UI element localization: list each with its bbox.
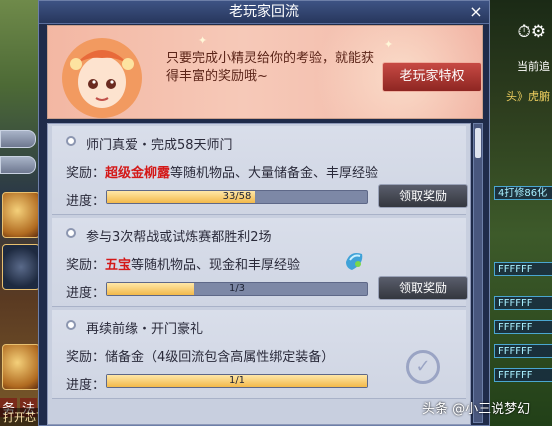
task-item: 参与3次帮战或试炼赛都胜利2场 奖励：五宝等随机物品、现金和丰厚经验 进度： 1… (52, 218, 468, 307)
game-scene-right: ⏱⚙ 当前追 头》虎腑 4打修86化 FFFFFF FFFFFF FFFFFF … (486, 0, 552, 426)
scroll-item-icon[interactable] (2, 344, 40, 390)
side-panel-tab[interactable] (0, 156, 36, 174)
scrollbar-thumb[interactable] (475, 128, 481, 158)
task-bullet-icon (66, 136, 76, 146)
progress-label: 进度： (66, 378, 106, 393)
player-name-tag: FFFFFF (494, 296, 552, 310)
progress-text: 1/1 (228, 375, 246, 386)
completed-check-icon: ✓ (406, 350, 440, 384)
timer-settings-icons[interactable]: ⏱⚙ (517, 22, 546, 42)
progress-label: 进度： (66, 194, 106, 209)
watermark: 头条 @小三说梦幻 (422, 402, 531, 417)
task-reward: 奖励：超级金柳露等随机物品、大量储备金、丰厚经验 (66, 162, 378, 181)
task-list-scrollbar[interactable] (473, 123, 483, 423)
task-reward: 奖励：储备金（4级回流包含高属性绑定装备） (66, 346, 334, 365)
task-reward: 奖励：五宝等随机物品、现金和丰厚经验 (66, 254, 300, 273)
task-list[interactable]: 师门真爱・完成58天师门 奖励：超级金柳露等随机物品、大量储备金、丰厚经验 进度… (47, 123, 471, 425)
player-name-tag: FFFFFF (494, 262, 552, 276)
reward-rest: 储备金（4级回流包含高属性绑定装备） (105, 350, 335, 365)
reward-prefix: 奖励： (66, 258, 106, 273)
task-bullet-icon (66, 228, 76, 238)
close-button[interactable]: × (467, 3, 485, 21)
butterfly-icon: ✦ (384, 38, 394, 51)
returning-player-window: 老玩家回流 × ✦ ✦ 只要完成小精灵给你的考验，就能获得丰富的奖励哦~ 老玩家… (38, 0, 490, 426)
scroll-item-icon[interactable] (2, 192, 40, 238)
claim-reward-button[interactable]: 领取奖励 (378, 184, 468, 208)
side-panel-tab[interactable] (0, 130, 36, 148)
reward-highlight: 五宝 (105, 258, 132, 273)
banner-message: 只要完成小精灵给你的考验，就能获得丰富的奖励哦~ (166, 51, 375, 84)
quest-tracker-title: 当前追 (517, 60, 550, 73)
reward-prefix: 奖励： (66, 350, 106, 365)
welcome-banner: ✦ ✦ 只要完成小精灵给你的考验，就能获得丰富的奖励哦~ 老玩家特权 (47, 25, 483, 119)
player-name-tag: FFFFFF (494, 344, 552, 358)
player-name-tag: FFFFFF (494, 368, 552, 382)
task-title: 参与3次帮战或试炼赛都胜利2场 (86, 230, 272, 245)
player-name-tag: FFFFFF (494, 320, 552, 334)
task-title: 师门真爱・完成58天师门 (86, 138, 233, 153)
progress-label: 进度： (66, 286, 106, 301)
progress-bar: 1/3 (106, 282, 368, 296)
window-titlebar[interactable]: 老玩家回流 × (39, 1, 489, 24)
progress-text: 33/58 (222, 191, 252, 202)
reward-prefix: 奖励： (66, 166, 106, 181)
butterfly-icon: ✦ (198, 34, 208, 47)
progress-bar: 1/1 (106, 374, 368, 388)
task-item: 师门真爱・完成58天师门 奖励：超级金柳露等随机物品、大量储备金、丰厚经验 进度… (52, 126, 468, 215)
task-bullet-icon (66, 320, 76, 330)
quest-tracker-text: 头》虎腑 (506, 90, 550, 103)
fairy-portrait-icon (62, 38, 142, 118)
reward-highlight: 超级金柳露 (105, 166, 171, 181)
task-item: 再续前缘・开门豪礼 奖励：储备金（4级回流包含高属性绑定装备） ✓ 进度： 1/… (52, 310, 466, 399)
player-name-tag: 4打修86化 (494, 186, 552, 200)
weapon-item-icon[interactable] (2, 244, 40, 290)
progress-bar: 33/58 (106, 190, 368, 204)
reward-rest: 等随机物品、现金和丰厚经验 (131, 258, 301, 273)
progress-text: 1/3 (228, 283, 246, 294)
gem-item-icon[interactable] (342, 248, 366, 272)
reward-rest: 等随机物品、大量储备金、丰厚经验 (170, 166, 379, 181)
veteran-privilege-button[interactable]: 老玩家特权 (382, 62, 482, 92)
task-title: 再续前缘・开门豪礼 (86, 322, 204, 337)
claim-reward-button[interactable]: 领取奖励 (378, 276, 468, 300)
window-title: 老玩家回流 (229, 4, 299, 20)
